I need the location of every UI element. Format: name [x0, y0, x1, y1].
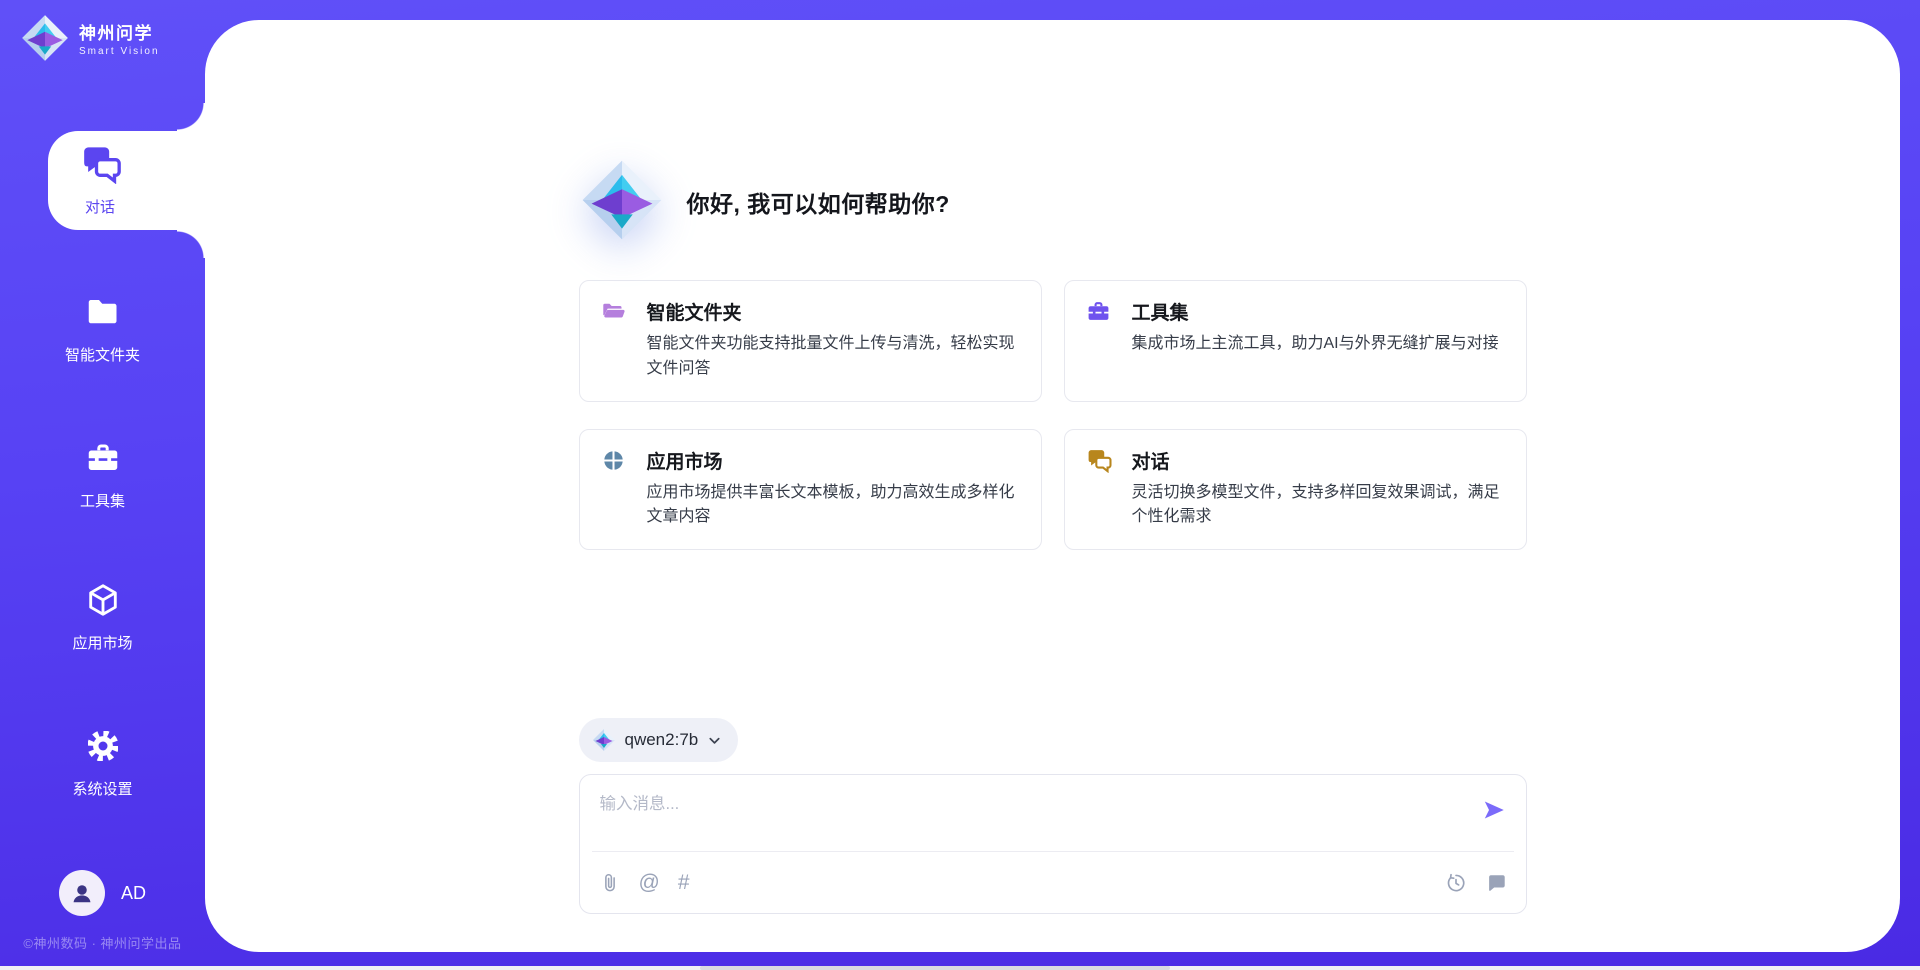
attachment-button[interactable]: [599, 872, 621, 894]
person-icon: [69, 880, 95, 906]
sidebar-item-label: 应用市场: [72, 632, 132, 653]
card-chat[interactable]: 对话 灵活切换多模型文件，支持多样回复效果调试，满足个性化需求: [1064, 429, 1527, 551]
apps-icon: [600, 448, 627, 473]
brand-subtitle: Smart Vision: [79, 46, 160, 57]
mention-button[interactable]: @: [639, 872, 660, 893]
model-logo-icon: [592, 728, 616, 752]
greeting-block: 你好, 我可以如何帮助你?: [579, 158, 1527, 246]
brand-logo-icon: [20, 13, 70, 63]
chat-icon: [79, 144, 121, 189]
horizontal-scrollbar[interactable]: [0, 966, 1920, 970]
sidebar-item-toolset[interactable]: 工具集: [0, 440, 205, 511]
message-composer: @ #: [579, 774, 1527, 914]
card-app-market[interactable]: 应用市场 应用市场提供丰富长文本模板，助力高效生成多样化文章内容: [579, 429, 1042, 551]
card-description: 集成市场上主流工具，助力AI与外界无缝扩展与对接: [1132, 332, 1506, 357]
toolbox-icon: [1085, 299, 1112, 324]
paperclip-icon: [599, 872, 621, 894]
sidebar-item-app-market[interactable]: 应用市场: [0, 582, 205, 653]
cube-icon: [84, 582, 122, 623]
topic-button[interactable]: #: [678, 872, 690, 893]
card-title: 工具集: [1132, 298, 1189, 325]
pill-fillet-top: [177, 103, 205, 131]
feedback-button[interactable]: [1485, 872, 1507, 894]
composer-toolbar: @ #: [592, 851, 1514, 913]
folder-icon: [84, 294, 122, 335]
card-title: 应用市场: [647, 447, 723, 474]
sidebar-item-label: 工具集: [80, 490, 125, 511]
folder-open-icon: [600, 299, 627, 324]
card-description: 灵活切换多模型文件，支持多样回复效果调试，满足个性化需求: [1132, 481, 1506, 531]
card-description: 应用市场提供丰富长文本模板，助力高效生成多样化文章内容: [647, 481, 1021, 531]
brand-name: 神州问学: [79, 19, 160, 44]
greeting-text: 你好, 我可以如何帮助你?: [687, 185, 950, 219]
history-icon: [1445, 872, 1467, 894]
card-description: 智能文件夹功能支持批量文件上传与清洗，轻松实现文件问答: [647, 332, 1021, 382]
chat-bubble-icon: [1485, 872, 1507, 894]
pill-fillet-bottom: [177, 230, 205, 258]
chat-icon: [1085, 448, 1112, 473]
model-name: qwen2:7b: [625, 730, 699, 750]
brand: 神州问学 Smart Vision: [20, 13, 160, 63]
history-button[interactable]: [1445, 872, 1467, 894]
sidebar: 神州问学 Smart Vision 对话 智能文件夹 工具集 应用市场 系统设置…: [0, 0, 205, 970]
sidebar-item-chat[interactable]: 对话: [48, 131, 210, 230]
scrollbar-thumb[interactable]: [700, 966, 1170, 970]
user-name: AD: [121, 883, 146, 904]
assistant-logo-icon: [579, 157, 665, 248]
send-icon: [1481, 797, 1507, 823]
gear-icon: [84, 728, 122, 769]
card-smart-folder[interactable]: 智能文件夹 智能文件夹功能支持批量文件上传与清洗，轻松实现文件问答: [579, 280, 1042, 402]
user-profile[interactable]: AD: [0, 870, 205, 916]
card-title: 对话: [1132, 447, 1170, 474]
card-toolset[interactable]: 工具集 集成市场上主流工具，助力AI与外界无缝扩展与对接: [1064, 280, 1527, 402]
sidebar-item-settings[interactable]: 系统设置: [0, 728, 205, 799]
sidebar-item-label: 智能文件夹: [65, 344, 140, 365]
sidebar-item-label: 系统设置: [72, 778, 132, 799]
toolbox-icon: [84, 440, 122, 481]
card-title: 智能文件夹: [647, 298, 742, 325]
message-input[interactable]: [600, 790, 1440, 860]
sidebar-item-label: 对话: [85, 196, 115, 217]
feature-card-grid: 智能文件夹 智能文件夹功能支持批量文件上传与清洗，轻松实现文件问答 工具集 集成…: [579, 280, 1527, 550]
copyright-footer: ©神州数码 · 神州问学出品: [0, 933, 205, 952]
chevron-down-icon: [707, 733, 722, 748]
sidebar-item-smart-folder[interactable]: 智能文件夹: [0, 294, 205, 365]
avatar: [59, 870, 105, 916]
send-button[interactable]: [1480, 797, 1508, 825]
model-selector[interactable]: qwen2:7b: [579, 718, 739, 762]
